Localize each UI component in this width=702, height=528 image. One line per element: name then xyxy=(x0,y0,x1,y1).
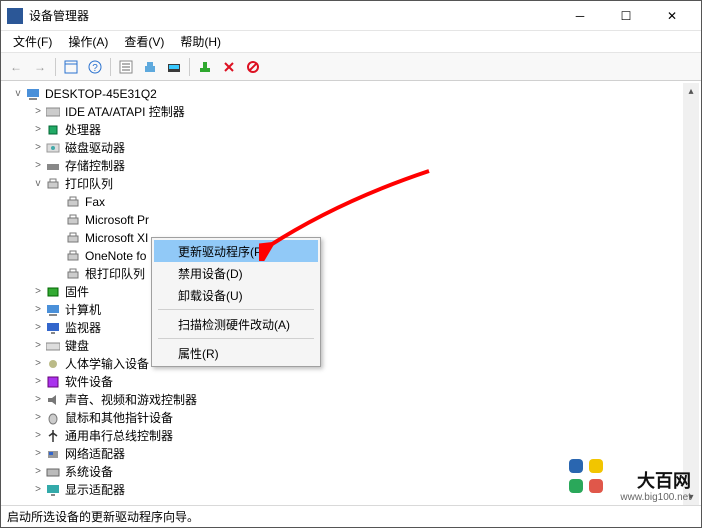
tree-node-usb[interactable]: >通用串行总线控制器 xyxy=(1,427,701,445)
tree-node-computer[interactable]: >计算机 xyxy=(1,301,701,319)
computer-icon xyxy=(25,86,41,102)
menu-action[interactable]: 操作(A) xyxy=(60,31,116,52)
tree-leaf-msprint[interactable]: >Microsoft Pr xyxy=(1,211,701,229)
tree-leaf-rootprint[interactable]: >根打印队列 xyxy=(1,265,701,283)
cpu-icon xyxy=(45,122,61,138)
watermark-url: www.big100.net xyxy=(620,492,691,503)
minimize-button[interactable]: ─ xyxy=(557,1,603,31)
tree-node-cpu[interactable]: >处理器 xyxy=(1,121,701,139)
mouse-icon xyxy=(45,410,61,426)
tree-node-firmware[interactable]: >固件 xyxy=(1,283,701,301)
menu-file[interactable]: 文件(F) xyxy=(5,31,60,52)
enable-button[interactable] xyxy=(194,56,216,78)
tree-leaf-fax[interactable]: >Fax xyxy=(1,193,701,211)
status-text: 启动所选设备的更新驱动程序向导。 xyxy=(7,508,199,525)
window-title: 设备管理器 xyxy=(29,7,557,24)
tree-node-ide[interactable]: >IDE ATA/ATAPI 控制器 xyxy=(1,103,701,121)
ctx-separator xyxy=(158,338,314,339)
tree-node-hid[interactable]: >人体学输入设备 xyxy=(1,355,701,373)
tree-node-software[interactable]: >软件设备 xyxy=(1,373,701,391)
tree-leaf-msxps[interactable]: >Microsoft XI xyxy=(1,229,701,247)
printer-icon xyxy=(65,212,81,228)
computer-icon xyxy=(45,302,61,318)
scan-button[interactable] xyxy=(163,56,185,78)
tree-node-storage[interactable]: >存储控制器 xyxy=(1,157,701,175)
properties-button[interactable] xyxy=(115,56,137,78)
tree-node-keyboard[interactable]: >键盘 xyxy=(1,337,701,355)
disable-button[interactable] xyxy=(242,56,264,78)
ctx-disable-device[interactable]: 禁用设备(D) xyxy=(154,262,318,284)
tree-node-printq[interactable]: v打印队列 xyxy=(1,175,701,193)
software-icon xyxy=(45,374,61,390)
ide-icon xyxy=(45,104,61,120)
statusbar: 启动所选设备的更新驱动程序向导。 xyxy=(1,505,701,527)
network-icon xyxy=(45,446,61,462)
monitor-icon xyxy=(45,320,61,336)
printer-icon xyxy=(65,230,81,246)
ctx-uninstall-device[interactable]: 卸载设备(U) xyxy=(154,284,318,306)
tree-node-monitor[interactable]: >监视器 xyxy=(1,319,701,337)
watermark-name: 大百网 xyxy=(620,472,691,492)
root-label: DESKTOP-45E31Q2 xyxy=(45,85,157,103)
hid-icon xyxy=(45,356,61,372)
uninstall-button[interactable] xyxy=(218,56,240,78)
tree-node-audio[interactable]: >声音、视频和游戏控制器 xyxy=(1,391,701,409)
usb-icon xyxy=(45,428,61,444)
svg-text:?: ? xyxy=(92,63,98,74)
view-button[interactable] xyxy=(60,56,82,78)
tree-node-mouse[interactable]: >鼠标和其他指针设备 xyxy=(1,409,701,427)
toolbar-separator xyxy=(110,58,111,76)
watermark-logo-icon xyxy=(565,455,609,499)
scroll-up-icon[interactable]: ▴ xyxy=(683,83,699,99)
vertical-scrollbar[interactable]: ▴ ▾ xyxy=(683,83,699,505)
disk-icon xyxy=(45,140,61,156)
keyboard-icon xyxy=(45,338,61,354)
watermark: 大百网 www.big100.net xyxy=(620,472,691,503)
tree-root[interactable]: vDESKTOP-45E31Q2 xyxy=(1,85,701,103)
tree-leaf-onenote[interactable]: >OneNote fo xyxy=(1,247,701,265)
menu-help[interactable]: 帮助(H) xyxy=(172,31,229,52)
menubar: 文件(F) 操作(A) 查看(V) 帮助(H) xyxy=(1,31,701,53)
toolbar-separator xyxy=(55,58,56,76)
forward-button[interactable]: → xyxy=(29,56,51,78)
audio-icon xyxy=(45,392,61,408)
back-button[interactable]: ← xyxy=(5,56,27,78)
menu-view[interactable]: 查看(V) xyxy=(116,31,172,52)
firmware-icon xyxy=(45,284,61,300)
maximize-button[interactable]: ☐ xyxy=(603,1,649,31)
toolbar: ← → ? xyxy=(1,53,701,81)
ctx-separator xyxy=(158,309,314,310)
ctx-update-driver[interactable]: 更新驱动程序(P) xyxy=(154,240,318,262)
tree-content[interactable]: vDESKTOP-45E31Q2 >IDE ATA/ATAPI 控制器 >处理器… xyxy=(1,83,701,505)
toolbar-separator xyxy=(189,58,190,76)
tree-node-disk[interactable]: >磁盘驱动器 xyxy=(1,139,701,157)
printer-icon xyxy=(45,176,61,192)
printer-icon xyxy=(65,194,81,210)
printer-icon xyxy=(65,248,81,264)
titlebar: 设备管理器 ─ ☐ ✕ xyxy=(1,1,701,31)
storage-icon xyxy=(45,158,61,174)
context-menu: 更新驱动程序(P) 禁用设备(D) 卸载设备(U) 扫描检测硬件改动(A) 属性… xyxy=(151,237,321,367)
app-icon xyxy=(7,8,23,24)
printer-icon xyxy=(65,266,81,282)
update-button[interactable] xyxy=(139,56,161,78)
ctx-properties[interactable]: 属性(R) xyxy=(154,342,318,364)
ctx-scan-hardware[interactable]: 扫描检测硬件改动(A) xyxy=(154,313,318,335)
close-button[interactable]: ✕ xyxy=(649,1,695,31)
system-icon xyxy=(45,464,61,480)
display-icon xyxy=(45,482,61,498)
help-button[interactable]: ? xyxy=(84,56,106,78)
